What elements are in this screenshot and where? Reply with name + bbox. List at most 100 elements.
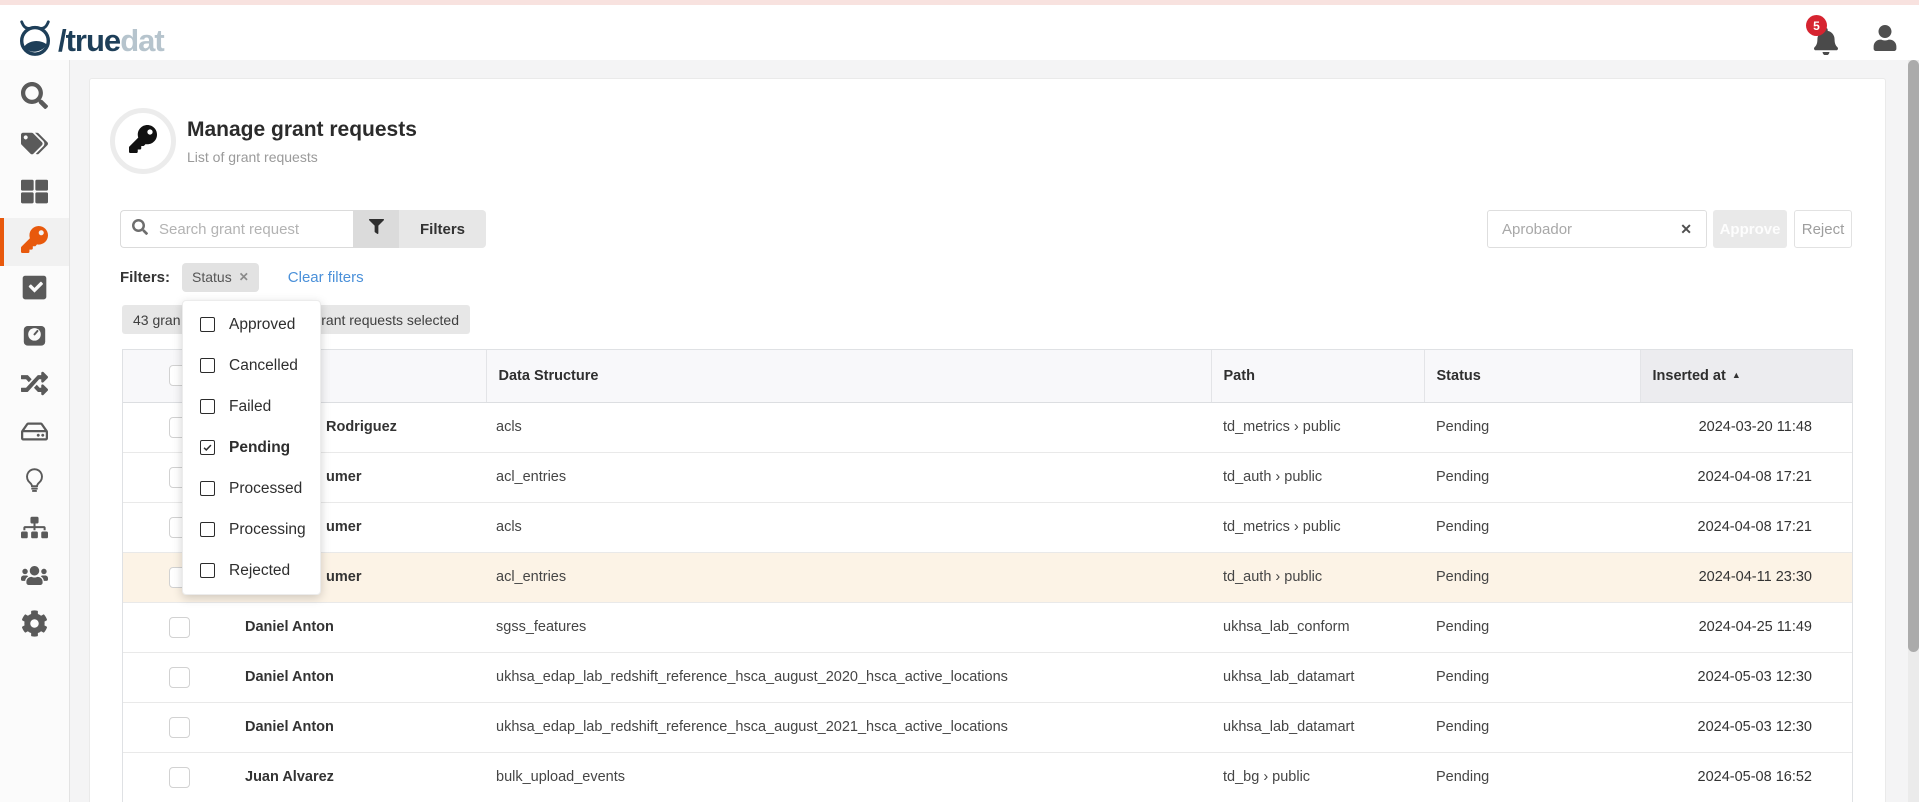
sidebar-item-check-square[interactable] xyxy=(0,266,69,314)
inserted-at-cell: 2024-04-08 17:21 xyxy=(1640,452,1852,502)
approve-button[interactable]: Approve xyxy=(1713,210,1787,248)
table-row[interactable]: umer acl_entries td_auth › public Pendin… xyxy=(123,452,1852,502)
row-select-cell xyxy=(123,702,223,752)
notification-count-badge: 5 xyxy=(1806,15,1827,36)
shuffle-icon xyxy=(21,370,48,402)
table-row[interactable]: Rodriguez acls td_metrics › public Pendi… xyxy=(123,402,1852,452)
status-option-rejected[interactable]: Rejected xyxy=(183,550,320,591)
topbar: /truedat 5 xyxy=(0,5,1919,60)
table-row[interactable]: umer acls td_metrics › public Pending 20… xyxy=(123,502,1852,552)
table-row[interactable]: Daniel Anton sgss_features ukhsa_lab_con… xyxy=(123,602,1852,652)
table-row[interactable]: Daniel Anton ukhsa_edap_lab_redshift_ref… xyxy=(123,652,1852,702)
status-cell: Pending xyxy=(1424,402,1640,452)
search-input[interactable] xyxy=(157,220,342,239)
truedat-logo[interactable]: /truedat xyxy=(16,19,164,62)
path-cell: ukhsa_lab_datamart xyxy=(1211,702,1424,752)
status-option-approved[interactable]: Approved xyxy=(183,304,320,345)
status-option-processed[interactable]: Processed xyxy=(183,468,320,509)
option-label: Approved xyxy=(229,316,295,334)
sidebar-item-drive[interactable] xyxy=(0,410,69,458)
search-icon xyxy=(21,82,48,114)
option-checkbox[interactable] xyxy=(200,317,215,332)
row-select-cell xyxy=(123,752,223,802)
option-label: Failed xyxy=(229,398,271,416)
brand-wordmark: /truedat xyxy=(58,22,164,60)
option-label: Processing xyxy=(229,521,306,539)
option-checkbox[interactable] xyxy=(200,440,215,455)
data-structure-cell: acl_entries xyxy=(486,552,1211,602)
row-checkbox[interactable] xyxy=(169,717,190,738)
sidebar-item-tags[interactable] xyxy=(0,122,69,170)
column-header-inserted-at[interactable]: Inserted at▲ xyxy=(1640,350,1852,402)
status-cell: Pending xyxy=(1424,652,1640,702)
active-filters-bar: Filters: Status ✕ Clear filters xyxy=(120,262,364,292)
path-cell: td_auth › public xyxy=(1211,552,1424,602)
reject-button[interactable]: Reject xyxy=(1794,210,1852,248)
table-header-row: Data Structure Path Status Inserted at▲ xyxy=(123,350,1852,402)
notifications-button[interactable]: 5 xyxy=(1806,15,1854,61)
clear-approver-icon[interactable]: ✕ xyxy=(1680,221,1692,238)
option-label: Rejected xyxy=(229,562,290,580)
status-cell: Pending xyxy=(1424,702,1640,752)
option-label: Processed xyxy=(229,480,302,498)
page-subtitle: List of grant requests xyxy=(187,149,318,165)
inserted-at-cell: 2024-05-03 12:30 xyxy=(1640,652,1852,702)
sidebar-item-lightbulb[interactable] xyxy=(0,458,69,506)
option-checkbox[interactable] xyxy=(200,358,215,373)
data-structure-cell: acl_entries xyxy=(486,452,1211,502)
option-checkbox[interactable] xyxy=(200,522,215,537)
app-window: /truedat 5 Manage grant requests List of… xyxy=(0,0,1919,802)
inserted-at-cell: 2024-04-08 17:21 xyxy=(1640,502,1852,552)
approver-filter-value: Aprobador xyxy=(1502,221,1572,238)
page-title: Manage grant requests xyxy=(187,118,417,142)
status-filter-dropdown: Approved Cancelled Failed Pending Proces… xyxy=(182,300,321,595)
search-box[interactable] xyxy=(120,210,353,248)
option-checkbox[interactable] xyxy=(200,563,215,578)
status-chip-label: Status xyxy=(192,269,232,285)
row-checkbox[interactable] xyxy=(169,617,190,638)
column-header-path[interactable]: Path xyxy=(1211,350,1424,402)
sidebar-item-key[interactable] xyxy=(0,218,69,266)
status-option-pending[interactable]: Pending xyxy=(183,427,320,468)
filter-funnel-button[interactable] xyxy=(353,210,399,248)
search-icon xyxy=(132,219,148,240)
row-checkbox[interactable] xyxy=(169,767,190,788)
column-header-status[interactable]: Status xyxy=(1424,350,1640,402)
user-cell: Juan Alvarez xyxy=(223,752,486,802)
sidebar-item-settings[interactable] xyxy=(0,602,69,650)
table-row[interactable]: Juan Alvarez bulk_upload_events td_bg › … xyxy=(123,752,1852,802)
person-icon xyxy=(1872,38,1898,55)
option-checkbox[interactable] xyxy=(200,481,215,496)
status-cell: Pending xyxy=(1424,452,1640,502)
column-header-data-structure[interactable]: Data Structure xyxy=(486,350,1211,402)
sidebar-item-gauge[interactable] xyxy=(0,314,69,362)
page-icon-circle xyxy=(110,108,176,174)
approver-filter-select[interactable]: Aprobador ✕ xyxy=(1487,210,1707,248)
status-filter-chip[interactable]: Status ✕ xyxy=(182,263,259,292)
data-structure-cell: acls xyxy=(486,402,1211,452)
sidebar-item-dashboard[interactable] xyxy=(0,170,69,218)
filters-button[interactable]: Filters xyxy=(399,210,486,248)
option-label: Cancelled xyxy=(229,357,298,375)
sidebar-item-sitemap[interactable] xyxy=(0,506,69,554)
sidebar-item-search[interactable] xyxy=(0,74,69,122)
table-row[interactable]: Daniel Anton ukhsa_edap_lab_redshift_ref… xyxy=(123,702,1852,752)
status-option-failed[interactable]: Failed xyxy=(183,386,320,427)
path-cell: ukhsa_lab_datamart xyxy=(1211,652,1424,702)
sidebar-item-users[interactable] xyxy=(0,554,69,602)
drive-icon xyxy=(21,418,48,450)
remove-status-filter-icon[interactable]: ✕ xyxy=(239,270,249,284)
page-scrollbar-thumb[interactable] xyxy=(1908,60,1919,652)
clear-filters-link[interactable]: Clear filters xyxy=(288,269,364,286)
gauge-icon xyxy=(21,322,48,354)
status-cell: Pending xyxy=(1424,752,1640,802)
row-checkbox[interactable] xyxy=(169,667,190,688)
sidebar-item-shuffle[interactable] xyxy=(0,362,69,410)
table-row[interactable]: umer acl_entries td_auth › public Pendin… xyxy=(123,552,1852,602)
option-checkbox[interactable] xyxy=(200,399,215,414)
status-cell: Pending xyxy=(1424,602,1640,652)
status-option-processing[interactable]: Processing xyxy=(183,509,320,550)
path-cell: td_metrics › public xyxy=(1211,402,1424,452)
status-option-cancelled[interactable]: Cancelled xyxy=(183,345,320,386)
user-menu-button[interactable] xyxy=(1872,25,1898,51)
